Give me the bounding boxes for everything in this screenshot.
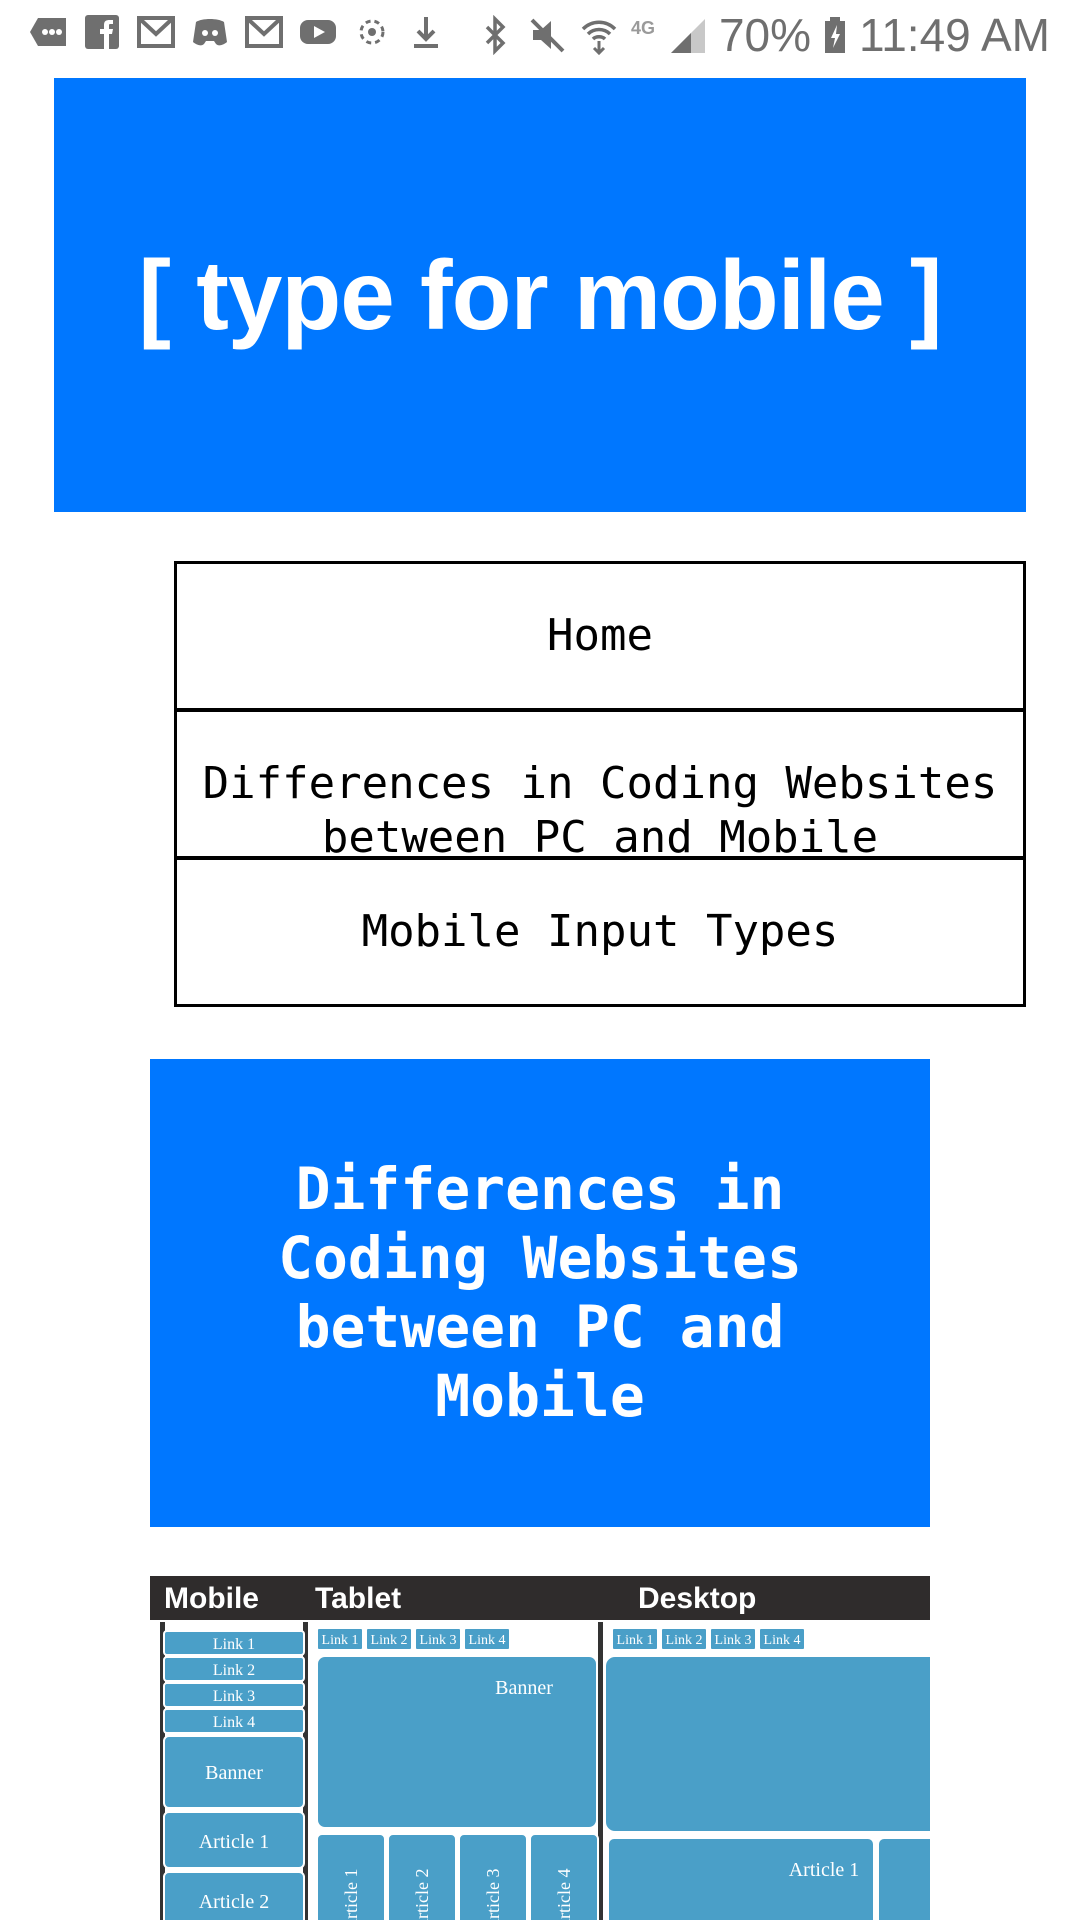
tablet-link-3-label: Link 3: [420, 1633, 457, 1648]
tablet-article-3-label: Article 3: [483, 1869, 503, 1920]
tablet-link-4-label: Link 4: [469, 1633, 506, 1648]
desktop-link-3-label: Link 3: [715, 1633, 752, 1648]
section-header: Differences in Coding Websites between P…: [150, 1059, 930, 1527]
mobile-link-2-label: Link 2: [213, 1662, 255, 1679]
figure-header-bar: [150, 1576, 930, 1620]
mobile-link-1-label: Link 1: [213, 1636, 255, 1653]
status-bar: 4G 70% 11:49 AM: [0, 0, 1080, 72]
tablet-link-2-label: Link 2: [371, 1633, 408, 1648]
site-header: [ type for mobile ]: [54, 78, 1026, 512]
site-title: [ type for mobile ]: [138, 239, 942, 350]
facebook-icon: [82, 12, 122, 52]
tablet-article-4-label: Article 4: [554, 1869, 574, 1920]
responsive-layout-figure: Mobile Tablet Desktop Link 1 Link 2 Link…: [150, 1576, 930, 1920]
download-icon: [406, 12, 446, 52]
desktop-link-4-label: Link 4: [764, 1633, 801, 1648]
tablet-article-1-label: Article 1: [341, 1869, 361, 1920]
mobile-link-3-label: Link 3: [213, 1688, 255, 1705]
gmail-icon: [136, 12, 176, 52]
nav-item-differences[interactable]: Differences in Coding Websites between P…: [174, 709, 1026, 859]
desktop-link-2-label: Link 2: [666, 1633, 703, 1648]
sync-icon: [352, 12, 392, 52]
tablet-article-2-label: Article 2: [412, 1869, 432, 1920]
discord-icon: [190, 12, 230, 52]
tablet-banner-label: Banner: [495, 1677, 553, 1699]
battery-icon: [823, 15, 847, 55]
tablet-banner: [316, 1655, 598, 1829]
signal-icon: [667, 15, 707, 55]
nav-item-mobile-input-types[interactable]: Mobile Input Types: [174, 857, 1026, 1007]
notification-icons: [28, 12, 446, 52]
bluetooth-icon: [475, 15, 515, 55]
mobile-banner-label: Banner: [205, 1762, 263, 1784]
system-icons: 4G 70% 11:49 AM: [475, 8, 1050, 62]
mobile-link-4-label: Link 4: [213, 1714, 255, 1731]
tablet-link-1-label: Link 1: [322, 1633, 359, 1648]
nav-item-home[interactable]: Home: [174, 561, 1026, 711]
lte-icon: 4G: [630, 17, 655, 38]
wifi-icon: [579, 15, 619, 55]
nav-item-label: Mobile Input Types: [361, 906, 839, 957]
column-label-mobile: Mobile: [164, 1582, 259, 1615]
mobile-article-1-label: Article 1: [199, 1831, 270, 1853]
mute-icon: [527, 15, 567, 55]
battery-percent: 70%: [718, 9, 812, 61]
nav-menu: Home Differences in Coding Websites betw…: [174, 561, 1026, 1007]
nav-item-label: Differences in Coding Websites between P…: [202, 758, 998, 859]
column-label-tablet: Tablet: [315, 1582, 401, 1615]
column-label-desktop: Desktop: [638, 1582, 756, 1615]
gmail-icon: [244, 12, 284, 52]
desktop-sidebar: [877, 1837, 930, 1920]
section-title: Differences in Coding Websites between P…: [278, 1155, 802, 1430]
more-icon: [28, 12, 68, 52]
youtube-icon: [298, 12, 338, 52]
clock: 11:49 AM: [859, 9, 1050, 61]
desktop-banner: [604, 1655, 930, 1833]
desktop-link-1-label: Link 1: [617, 1633, 654, 1648]
desktop-article-1-label: Article 1: [789, 1859, 860, 1881]
mobile-article-2-label: Article 2: [199, 1891, 270, 1913]
nav-item-label: Home: [547, 610, 653, 661]
